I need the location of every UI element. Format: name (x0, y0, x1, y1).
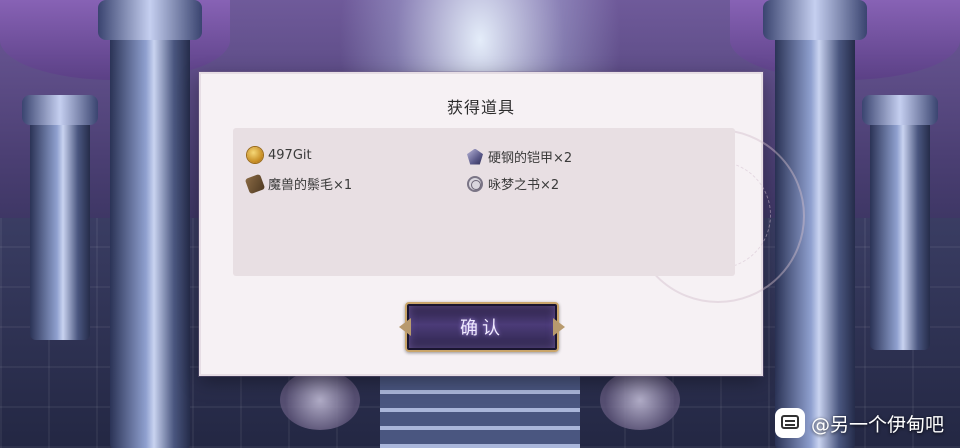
reward-item: 497Git (247, 147, 312, 163)
pillar-capital (22, 95, 98, 125)
dialog-title: 获得道具 (446, 98, 515, 117)
dream-book-icon (467, 175, 483, 192)
pillar (30, 120, 90, 340)
beast-mane-icon (244, 173, 266, 194)
pillar-capital (98, 0, 202, 40)
pillar (870, 120, 930, 350)
reward-item-label: 魔兽的鬃毛×1 (268, 178, 353, 193)
source-watermark: @另一个伊甸吧 (774, 408, 944, 438)
flower-pot (280, 370, 360, 430)
pillar-capital (763, 0, 867, 40)
armor-gem-icon (467, 148, 483, 165)
reward-item: 硬钢的铠甲×2 (467, 147, 572, 166)
reward-item-label: 硬钢的铠甲×2 (488, 151, 573, 166)
pillar-capital (862, 95, 938, 125)
pillar (110, 10, 190, 448)
stairs (380, 372, 580, 448)
coin-icon (247, 147, 263, 163)
tieba-logo-icon (774, 408, 805, 438)
confirm-button[interactable]: 确认 (405, 302, 559, 352)
flower-pot (600, 370, 680, 430)
reward-item-label: 咏梦之书×2 (488, 178, 560, 193)
reward-item: 咏梦之书×2 (467, 174, 559, 193)
watermark-text: @另一个伊甸吧 (810, 413, 944, 436)
reward-items-panel: 497Git 硬钢的铠甲×2 魔兽的鬃毛×1 咏梦之书×2 (233, 128, 735, 276)
reward-item-label: 497Git (268, 147, 312, 163)
confirm-button-label: 确认 (460, 318, 504, 339)
item-reward-dialog: 获得道具 497Git 硬钢的铠甲×2 魔兽的鬃毛×1 咏梦之书×2 确认 (199, 72, 805, 376)
reward-item: 魔兽的鬃毛×1 (244, 173, 353, 194)
